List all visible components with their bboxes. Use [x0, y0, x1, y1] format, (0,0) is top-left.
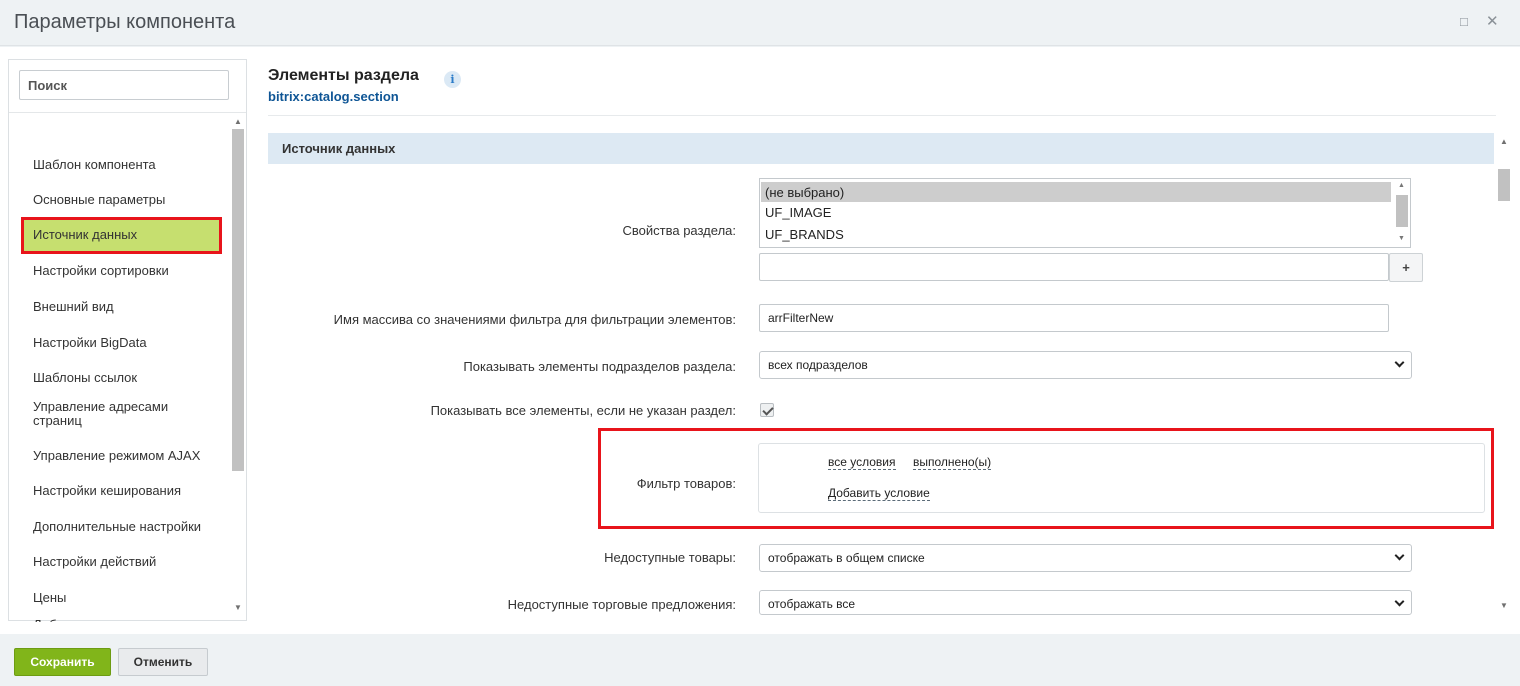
close-icon[interactable]: ✕: [1486, 12, 1499, 30]
cancel-button[interactable]: Отменить: [118, 648, 208, 676]
sidebar-item-add-to-cart[interactable]: Добавление в корзину: [21, 618, 231, 622]
sidebar-item-sorting[interactable]: Настройки сортировки: [21, 264, 231, 278]
show-all-checkbox[interactable]: [760, 403, 774, 417]
section-props-label: Свойства раздела:: [622, 223, 737, 238]
section-props-listbox[interactable]: (не выбрано) UF_IMAGE UF_BRANDS ▲ ▼: [759, 178, 1411, 248]
sidebar-item-bigdata[interactable]: Настройки BigData: [21, 336, 231, 350]
sidebar-item-template[interactable]: Шаблон компонента: [21, 158, 231, 172]
show-all-label: Показывать все элементы, если не указан …: [430, 403, 736, 418]
sidebar-item-appearance[interactable]: Внешний вид: [21, 300, 231, 314]
sidebar: Шаблон компонента Основные параметры Ист…: [8, 59, 247, 622]
dialog-content: Шаблон компонента Основные параметры Ист…: [0, 47, 1520, 634]
sidebar-scrollbar[interactable]: ▲ ▼: [231, 113, 245, 620]
info-icon[interactable]: i: [444, 71, 461, 88]
dialog-footer: Сохранить Отменить: [0, 634, 1520, 686]
product-filter-label: Фильтр товаров:: [636, 476, 736, 491]
include-subsections-label: Показывать элементы подразделов раздела:: [463, 359, 736, 374]
filter-name-input[interactable]: [759, 304, 1389, 332]
sidebar-divider: [9, 112, 246, 113]
listbox-scrollbar[interactable]: ▲ ▼: [1395, 180, 1409, 246]
chevron-down-icon: [1394, 357, 1405, 368]
sidebar-item-main-params[interactable]: Основные параметры: [21, 193, 231, 207]
sidebar-item-url-management[interactable]: Управление адресами страниц: [21, 400, 201, 428]
window-titlebar: Параметры компонента □ ✕: [0, 0, 1520, 46]
listbox-option[interactable]: UF_IMAGE: [761, 202, 1391, 222]
include-subsections-select[interactable]: всех подразделов: [759, 351, 1412, 379]
page-title: Элементы раздела: [268, 67, 419, 84]
unavailable-offers-select[interactable]: отображать все: [759, 590, 1412, 615]
filter-name-label: Имя массива со значениями фильтра для фи…: [333, 312, 736, 327]
scroll-down-icon[interactable]: ▼: [1500, 601, 1508, 610]
header-divider: [268, 115, 1496, 116]
scrollbar-thumb[interactable]: [232, 129, 244, 471]
scroll-up-icon[interactable]: ▲: [1398, 182, 1405, 189]
condition-done-link[interactable]: выполнено(ы): [913, 455, 992, 470]
sidebar-item-ajax[interactable]: Управление режимом AJAX: [21, 449, 231, 463]
product-filter-box: все условия выполнено(ы) Добавить услови…: [758, 443, 1485, 513]
select-value: всех подразделов: [768, 358, 868, 372]
window-title: Параметры компонента: [14, 11, 236, 33]
scroll-down-icon[interactable]: ▼: [1398, 235, 1405, 242]
scroll-down-icon[interactable]: ▼: [234, 603, 242, 612]
sidebar-item-data-source[interactable]: Источник данных: [21, 217, 222, 254]
scrollbar-thumb[interactable]: [1396, 195, 1408, 227]
scrollbar-thumb[interactable]: [1498, 169, 1510, 201]
unavailable-offers-label: Недоступные торговые предложения:: [507, 597, 736, 612]
listbox-option[interactable]: UF_BRANDS: [761, 224, 1391, 244]
scroll-up-icon[interactable]: ▲: [234, 117, 242, 126]
save-button[interactable]: Сохранить: [14, 648, 111, 676]
main-scrollbar[interactable]: ▲ ▼: [1497, 133, 1511, 621]
select-value: отображать все: [768, 597, 856, 611]
sidebar-item-additional[interactable]: Дополнительные настройки: [21, 520, 231, 534]
unavailable-products-label: Недоступные товары:: [604, 550, 736, 565]
sidebar-item-prices[interactable]: Цены: [21, 591, 231, 605]
sidebar-item-actions[interactable]: Настройки действий: [21, 555, 231, 569]
unavailable-products-select[interactable]: отображать в общем списке: [759, 544, 1412, 572]
search-input[interactable]: [19, 70, 229, 100]
condition-all-link[interactable]: все условия: [828, 455, 896, 470]
chevron-down-icon: [1394, 596, 1405, 607]
component-code: bitrix:catalog.section: [268, 89, 399, 104]
section-header-data-source: Источник данных: [268, 133, 1494, 164]
listbox-option[interactable]: (не выбрано): [761, 182, 1391, 202]
maximize-icon[interactable]: □: [1460, 14, 1468, 29]
scroll-up-icon[interactable]: ▲: [1500, 137, 1508, 146]
section-title: Источник данных: [282, 141, 396, 156]
section-props-extra-input[interactable]: [759, 253, 1389, 281]
add-property-button[interactable]: +: [1389, 253, 1423, 282]
sidebar-item-caching[interactable]: Настройки кеширования: [21, 484, 231, 498]
select-value: отображать в общем списке: [768, 551, 925, 565]
sidebar-item-link-templates[interactable]: Шаблоны ссылок: [21, 371, 231, 385]
chevron-down-icon: [1394, 550, 1405, 561]
add-condition-link[interactable]: Добавить условие: [828, 486, 930, 501]
